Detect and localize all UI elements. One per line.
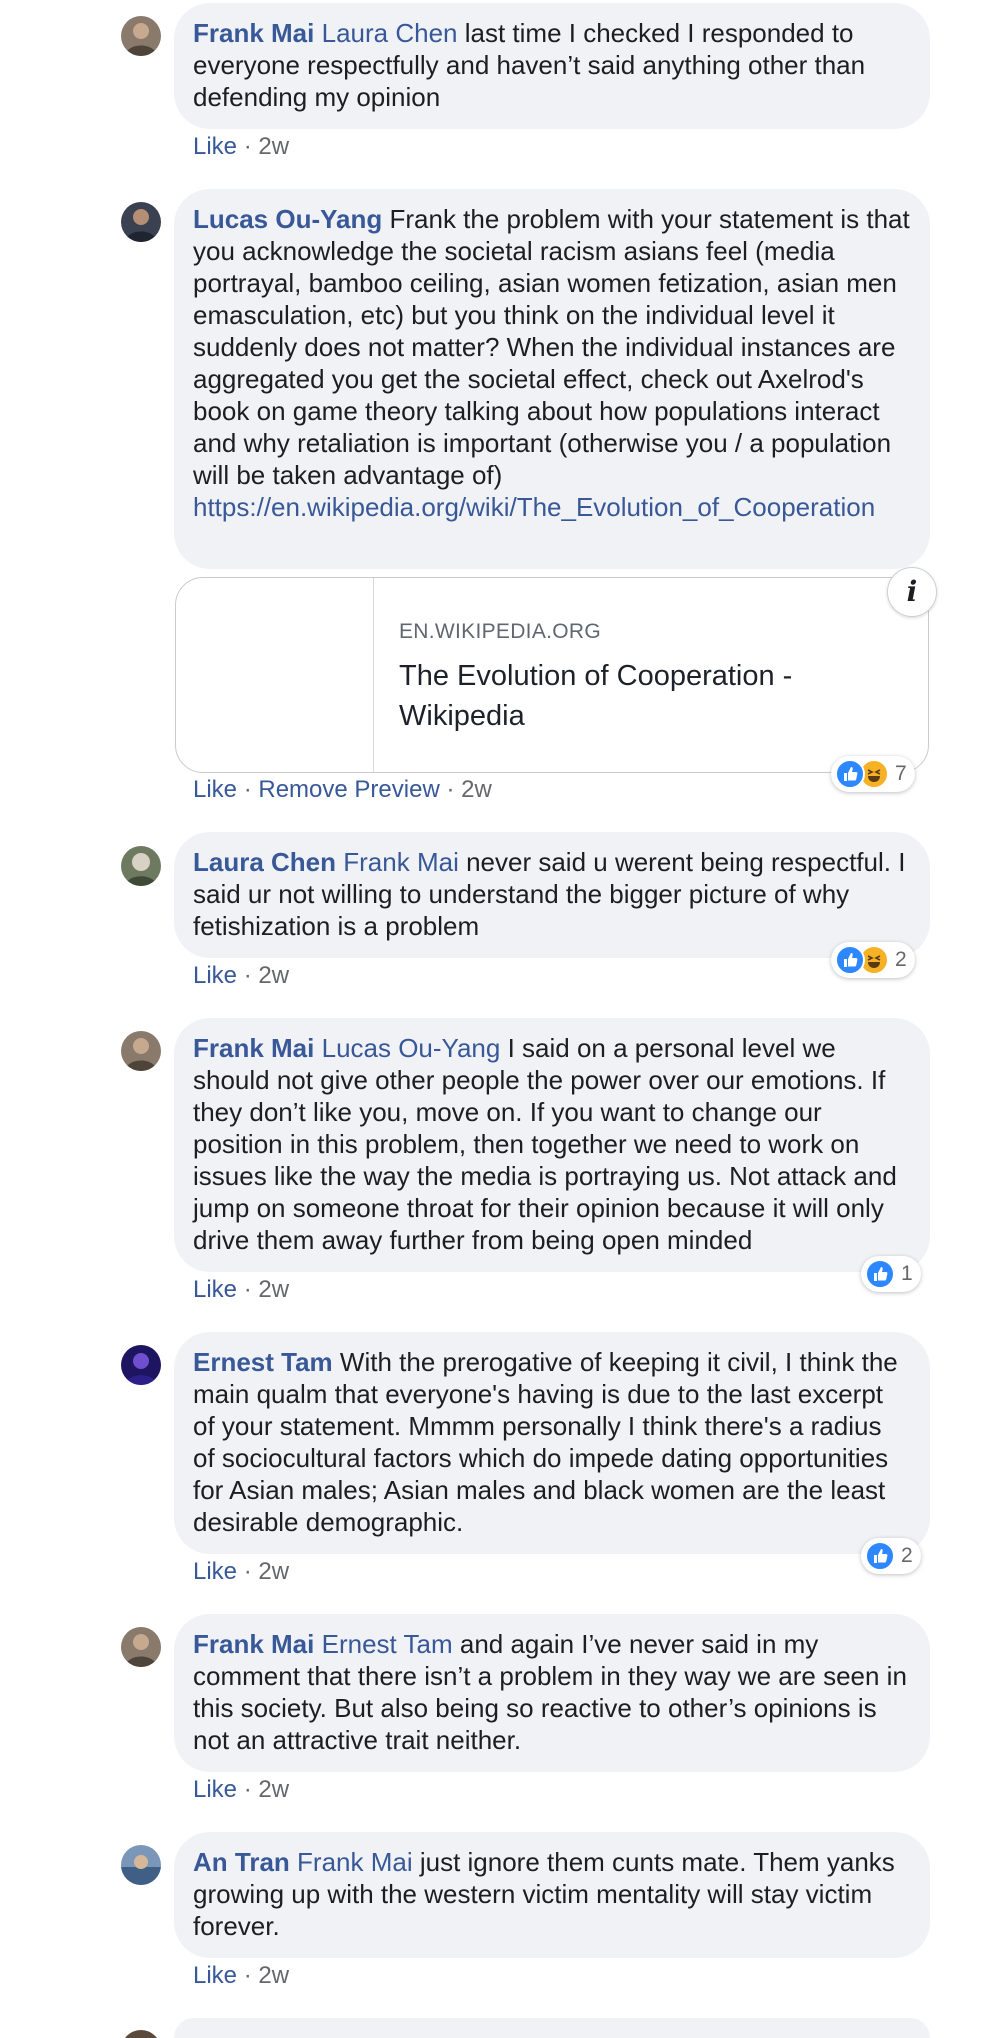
comment-bubble [174, 2018, 930, 2038]
comment-author[interactable]: Frank Mai [193, 1629, 314, 1659]
comment-author[interactable]: Ernest Tam [193, 1347, 333, 1377]
avatar[interactable] [121, 1845, 161, 1885]
comment-actions: Like · Remove Preview · 2w [193, 776, 492, 804]
like-icon [865, 1541, 895, 1571]
separator: · [243, 776, 252, 803]
preview-thumbnail [176, 578, 374, 772]
info-icon[interactable]: i [887, 567, 937, 617]
reaction-summary[interactable]: 2 [831, 942, 915, 978]
comment-author[interactable]: Frank Mai [193, 1033, 314, 1063]
like-button[interactable]: Like [193, 1776, 237, 1803]
like-icon [835, 945, 865, 975]
comment-author[interactable]: Frank Mai [193, 18, 314, 48]
preview-title[interactable]: The Evolution of Cooperation - Wikipedia [399, 656, 899, 736]
comment-actions: Like · 2w [193, 1962, 289, 1990]
preview-domain: EN.WIKIPEDIA.ORG [399, 620, 601, 643]
comment-timestamp[interactable]: 2w [258, 133, 289, 160]
comment-mention[interactable]: Frank Mai [297, 1847, 413, 1877]
like-button[interactable]: Like [193, 962, 237, 989]
like-button[interactable]: Like [193, 133, 237, 160]
separator: · [243, 1962, 252, 1989]
avatar[interactable] [121, 846, 161, 886]
reaction-summary[interactable]: 7 [831, 756, 915, 792]
like-icon [835, 759, 865, 789]
comment-text: I said on a personal level we should not… [193, 1033, 897, 1255]
comment-thread: Frank Mai Laura Chen last time I checked… [0, 0, 996, 2038]
comment-timestamp[interactable]: 2w [258, 1276, 289, 1303]
reaction-count: 1 [901, 1262, 913, 1285]
comment-bubble: Frank Mai Lucas Ou-Yang I said on a pers… [174, 1018, 930, 1272]
comment-mention[interactable]: Frank Mai [343, 847, 459, 877]
comment-mention[interactable]: Ernest Tam [322, 1629, 453, 1659]
comment-text: Frank the problem with your statement is… [193, 204, 910, 490]
comment-author[interactable]: Lucas Ou-Yang [193, 204, 382, 234]
like-button[interactable]: Like [193, 776, 237, 803]
comment-actions: Like · 2w [193, 962, 289, 990]
comment-actions: Like · 2w [193, 1558, 289, 1586]
reaction-count: 2 [895, 948, 907, 971]
like-button[interactable]: Like [193, 1962, 237, 1989]
comment-timestamp[interactable]: 2w [258, 1776, 289, 1803]
comment-timestamp[interactable]: 2w [258, 1962, 289, 1989]
comment-bubble: Lucas Ou-Yang Frank the problem with you… [174, 189, 930, 569]
reaction-summary[interactable]: 1 [861, 1256, 921, 1292]
comment-timestamp[interactable]: 2w [258, 962, 289, 989]
like-icon [865, 1259, 895, 1289]
comment-actions: Like · 2w [193, 1776, 289, 1804]
avatar[interactable] [121, 202, 161, 242]
like-button[interactable]: Like [193, 1276, 237, 1303]
avatar[interactable] [121, 2030, 161, 2038]
separator: · [243, 1776, 252, 1803]
comment-bubble: Laura Chen Frank Mai never said u werent… [174, 832, 930, 958]
comment-mention[interactable]: Lucas Ou-Yang [322, 1033, 501, 1063]
comment-link[interactable]: https://en.wikipedia.org/wiki/The_Evolut… [193, 491, 916, 523]
avatar[interactable] [121, 16, 161, 56]
comment-author[interactable]: An Tran [193, 1847, 290, 1877]
separator: · [446, 776, 455, 803]
comment-bubble: An Tran Frank Mai just ignore them cunts… [174, 1832, 930, 1958]
link-preview-card[interactable]: EN.WIKIPEDIA.ORG The Evolution of Cooper… [175, 577, 929, 773]
avatar[interactable] [121, 1345, 161, 1385]
separator: · [243, 1558, 252, 1585]
reaction-summary[interactable]: 2 [861, 1538, 921, 1574]
comment-timestamp[interactable]: 2w [258, 1558, 289, 1585]
separator: · [243, 962, 252, 989]
comment-mention[interactable]: Laura Chen [322, 18, 458, 48]
comment-timestamp[interactable]: 2w [461, 776, 492, 803]
remove-preview-button[interactable]: Remove Preview [258, 776, 439, 803]
like-button[interactable]: Like [193, 1558, 237, 1585]
avatar[interactable] [121, 1031, 161, 1071]
avatar[interactable] [121, 1627, 161, 1667]
reaction-count: 7 [895, 762, 907, 785]
comment-bubble: Ernest Tam With the prerogative of keepi… [174, 1332, 930, 1554]
separator: · [243, 133, 252, 160]
comment-bubble: Frank Mai Ernest Tam and again I’ve neve… [174, 1614, 930, 1772]
comment-author[interactable]: Laura Chen [193, 847, 336, 877]
comment-actions: Like · 2w [193, 1276, 289, 1304]
reaction-count: 2 [901, 1544, 913, 1567]
comment-actions: Like · 2w [193, 133, 289, 161]
separator: · [243, 1276, 252, 1303]
comment-bubble: Frank Mai Laura Chen last time I checked… [174, 3, 930, 129]
